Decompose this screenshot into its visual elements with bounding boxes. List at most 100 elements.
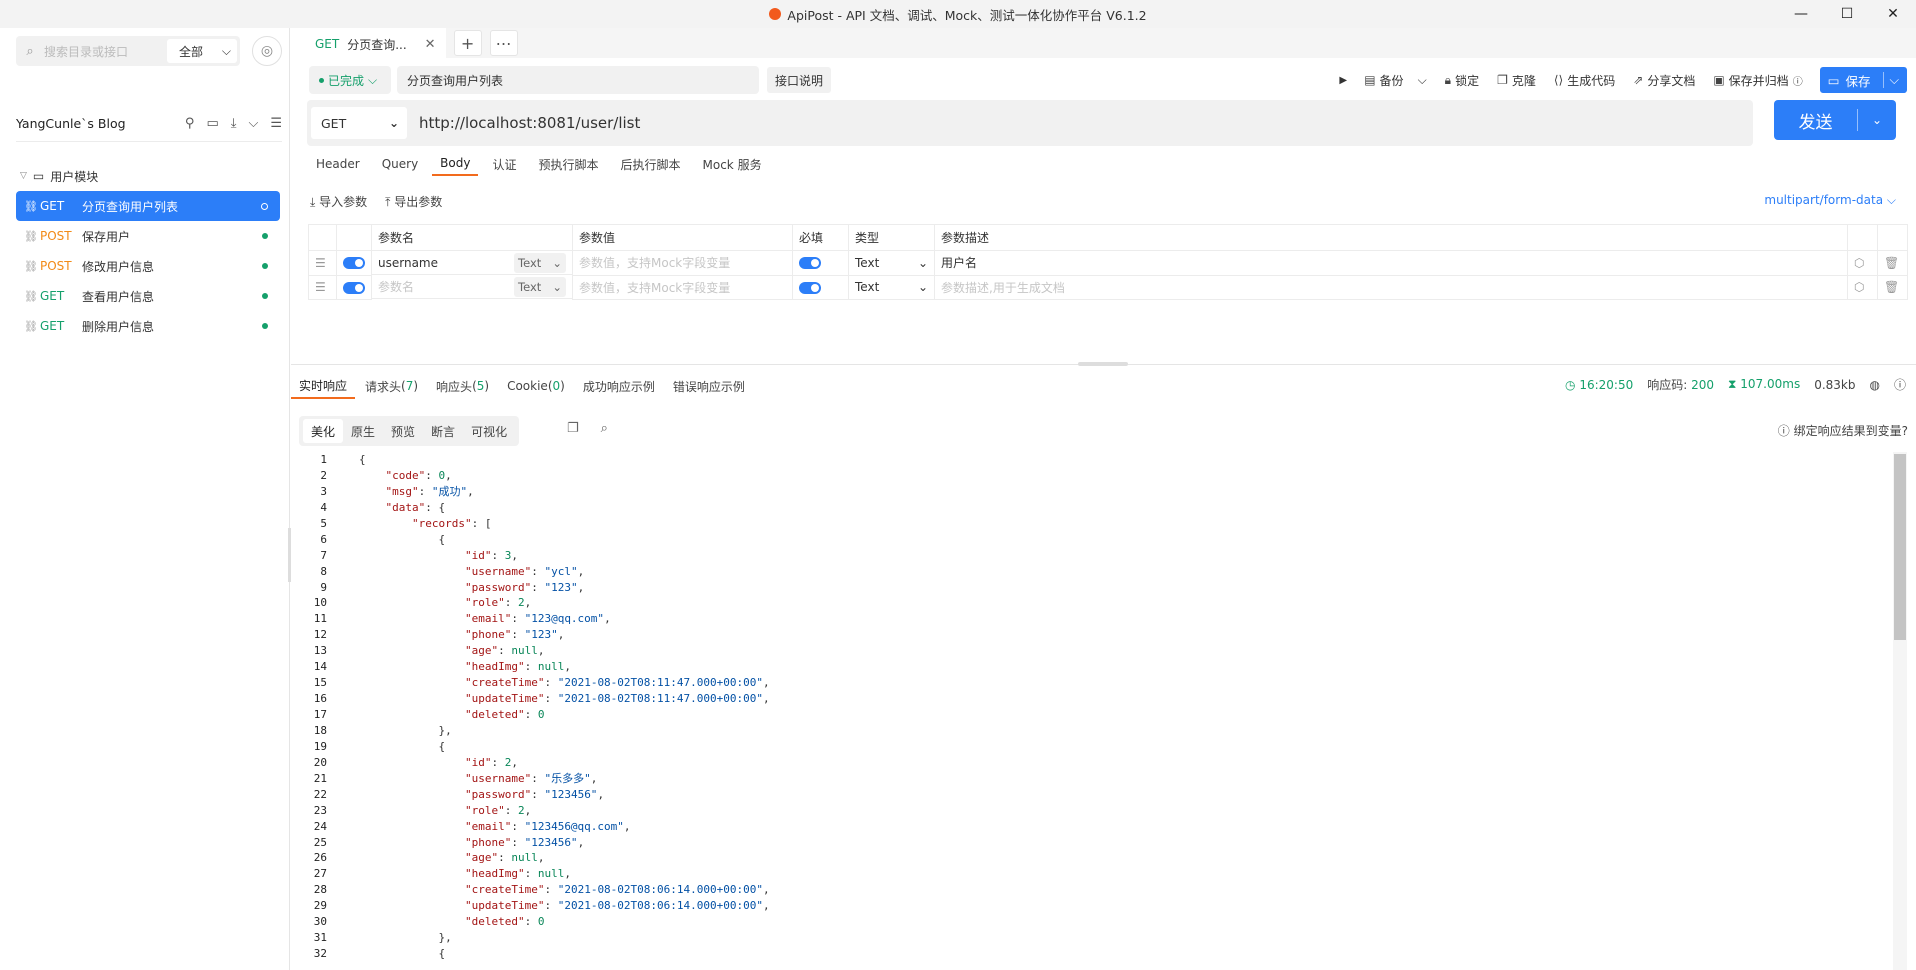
api-name: 查看用户信息 [82,289,155,304]
content-type-select[interactable]: multipart/form-data ⌵ [1764,193,1896,208]
close-tab-icon[interactable]: ✕ [425,37,436,52]
api-item[interactable]: ⛓ GET 分页查询用户列表 [16,191,280,221]
api-item[interactable]: ⛓ GET 查看用户信息 [16,281,280,311]
api-item[interactable]: ⛓ POST 修改用户信息 [16,251,280,281]
generate-code-label: 生成代码 [1567,73,1616,88]
field-type-select[interactable]: Text ⌄ [514,252,566,273]
generate-code-button[interactable]: ⟨⟩ 生成代码 [1545,66,1624,94]
tab-cookie[interactable]: Cookie(0) [499,373,573,399]
cube-icon[interactable]: ⬡ [1854,280,1864,294]
tab-body[interactable]: Body [432,152,479,176]
minimize-button[interactable]: — [1778,0,1824,28]
required-toggle[interactable] [799,281,821,294]
tab-auth[interactable]: 认证 [484,152,524,176]
close-button[interactable]: ✕ [1870,0,1916,28]
run-icon[interactable]: ▶ [1331,68,1355,92]
import-icon[interactable]: ⤓ [231,116,237,131]
api-description-button[interactable]: 接口说明 [767,67,832,93]
maximize-button[interactable]: ☐ [1824,0,1870,28]
editor-scrollbar[interactable] [1893,452,1907,970]
send-button[interactable]: 发送 ⌄ [1774,100,1896,140]
search-input[interactable]: 搜索目录或接口 [44,43,167,60]
search-icon[interactable]: ⌕ [601,421,608,436]
method-select[interactable]: GET ⌄ [311,107,407,139]
lock-label: 锁定 [1455,73,1480,88]
new-folder-icon[interactable]: ▭ [206,116,218,131]
tab-post-script[interactable]: 后执行脚本 [613,152,689,176]
sidebar-search: ⌕ 搜索目录或接口 全部 ⌵ [16,36,240,66]
tab-query[interactable]: Query [374,152,426,176]
tab-pre-script[interactable]: 预执行脚本 [530,152,606,176]
search-scope-select[interactable]: 全部 ⌵ [167,39,237,63]
copy-icon[interactable]: ❐ [567,421,579,436]
locate-icon[interactable]: ◎ [252,36,282,66]
url-input[interactable]: http://localhost:8081/user/list [419,114,640,132]
request-tab[interactable]: GET 分页查询... ✕ [291,28,446,58]
lock-button[interactable]: 🔒︎ 锁定 [1436,66,1488,94]
save-archive-button[interactable]: ▣ 保存并归档 ⓘ [1704,66,1811,94]
backup-button[interactable]: ▤ 备份 ⌵ [1355,66,1435,94]
save-button[interactable]: ▭ 保存 ⌵ [1819,67,1907,93]
format-preview[interactable]: 预览 [383,419,423,443]
param-name-input[interactable]: username [378,256,438,270]
format-visualize[interactable]: 可视化 [463,419,515,443]
enable-toggle[interactable] [343,257,365,270]
param-value-input[interactable]: 参数值，支持Mock字段变量 [572,250,793,276]
new-tab-button[interactable]: + [453,30,482,56]
tab-request-headers[interactable]: 请求头(7) [357,373,426,399]
format-raw[interactable]: 原生 [343,419,383,443]
drag-handle-icon[interactable]: ☰ [315,256,326,270]
request-name-input[interactable]: 分页查询用户列表 [397,66,759,94]
enable-toggle[interactable] [343,281,365,294]
chevron-down-icon[interactable]: ⌄ [1858,113,1896,127]
api-item[interactable]: ⛓ GET 删除用户信息 [16,311,280,341]
tab-error-example[interactable]: 错误响应示例 [665,373,753,399]
url-bar: GET ⌄ http://localhost:8081/user/list [307,100,1753,146]
api-item[interactable]: ⛓ POST 保存用户 [16,221,280,251]
chevron-down-icon[interactable]: ⌵ [248,116,258,131]
help-icon[interactable]: ⓘ [1793,73,1803,88]
delete-icon[interactable]: 🗑︎ [1884,280,1899,294]
format-pretty[interactable]: 美化 [303,419,344,443]
count-badge: 5 [476,379,485,393]
bind-variable-label: 绑定响应结果到变量? [1793,424,1908,438]
tab-header[interactable]: Header [308,152,368,176]
required-toggle[interactable] [799,257,821,270]
field-type-select[interactable]: Text ⌄ [514,276,566,297]
panel-resize-handle[interactable] [1078,362,1128,366]
folder-user-module[interactable]: ▽ ▭ 用户模块 [20,164,98,188]
export-params-button[interactable]: ⤒ 导出参数 [385,193,442,210]
clone-button[interactable]: ❐ 克隆 [1488,66,1545,94]
bind-variable-button[interactable]: ⓘ 绑定响应结果到变量? [1778,422,1908,439]
globe-icon[interactable]: ◍ [1870,378,1880,392]
param-value-input[interactable]: 参数值，支持Mock字段变量 [572,274,793,300]
tab-response-headers[interactable]: 响应头(5) [428,373,497,399]
response-body-editor[interactable]: 12345 6 7 8 9 10 11 12 13 14 15 16 17 18 19 20 21 22 2… [291,452,1907,970]
import-icon: ⤓ [310,195,316,209]
param-desc-input[interactable]: 用户名 [934,250,1848,276]
drag-handle-icon[interactable]: ☰ [315,280,326,294]
param-name-input[interactable]: 参数名 [378,278,414,295]
tab-realtime-response[interactable]: 实时响应 [291,373,356,399]
clone-label: 克隆 [1511,73,1536,88]
param-type-select[interactable]: Text [855,280,879,294]
chevron-down-icon: ⌄ [388,116,399,130]
tab-mock-service[interactable]: Mock 服务 [695,152,770,176]
import-params-button[interactable]: ⤓ 导入参数 [310,193,367,210]
share-doc-button[interactable]: ⇗ 分享文档 [1624,66,1704,94]
status-select[interactable]: 已完成 ⌵ [309,66,391,94]
format-assert[interactable]: 断言 [423,419,463,443]
tab-success-example[interactable]: 成功响应示例 [575,373,663,399]
more-tabs-button[interactable]: ⋯ [489,30,518,56]
send-label: 发送 [1798,112,1833,133]
scrollbar-thumb[interactable] [1894,454,1906,640]
param-type-select[interactable]: Text [855,256,879,270]
info-icon[interactable]: ⓘ [1894,376,1906,393]
new-api-icon[interactable]: ⚲ [185,116,195,131]
delete-icon[interactable]: 🗑︎ [1884,256,1899,270]
link-icon: ⛓ [24,229,38,243]
collapse-all-icon[interactable]: ☰ [270,116,282,131]
param-desc-input[interactable]: 参数描述,用于生成文档 [934,274,1848,300]
cube-icon[interactable]: ⬡ [1854,256,1864,270]
chevron-down-icon[interactable]: ⌵ [1890,72,1899,88]
